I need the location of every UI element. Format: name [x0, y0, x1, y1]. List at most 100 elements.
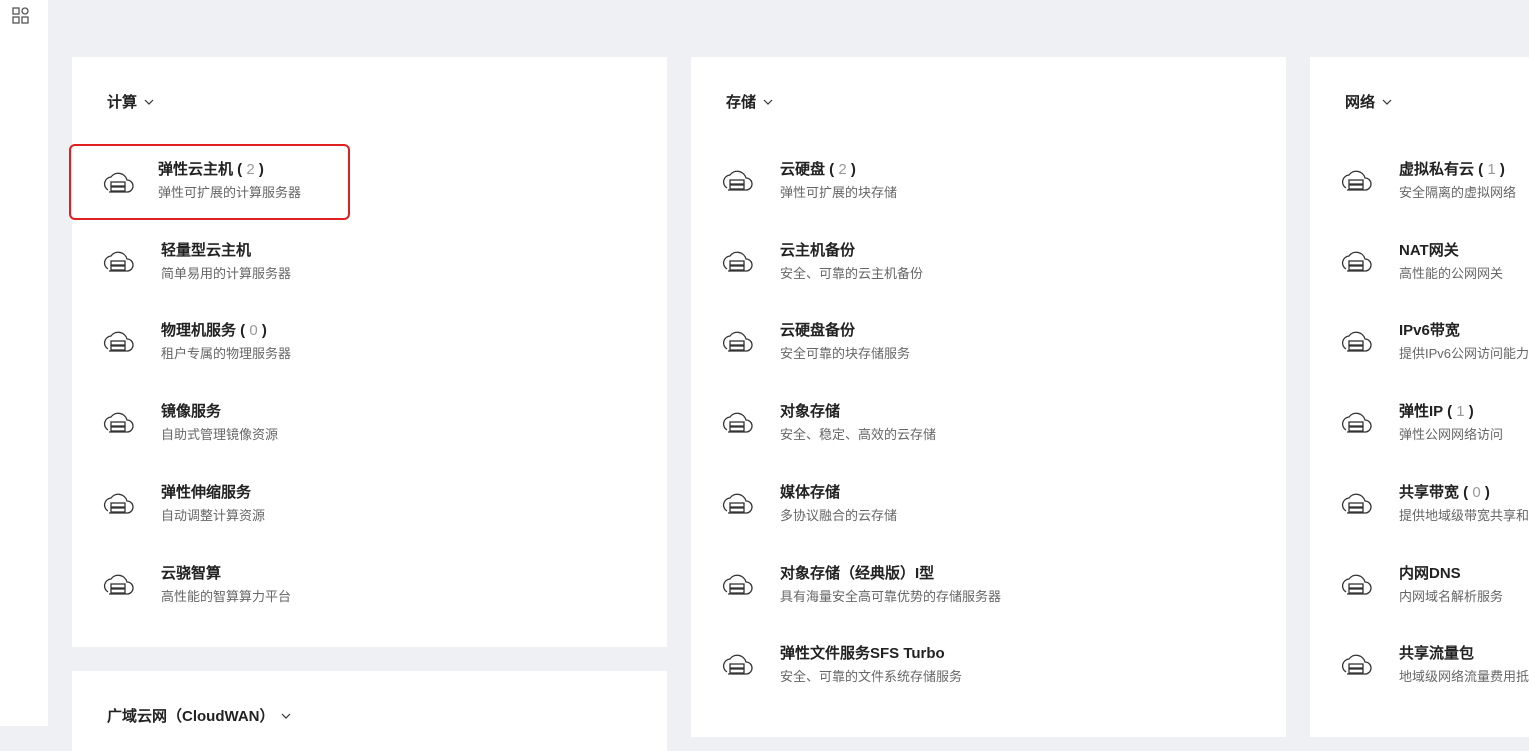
vpc-icon — [1341, 170, 1372, 191]
service-name: 云骁智算 — [161, 564, 222, 582]
section-title-label: 计算 — [107, 94, 138, 111]
service-name: 云硬盘 — [780, 161, 826, 178]
section-title-label: 存储 — [726, 94, 757, 111]
ip-icon — [1341, 412, 1372, 433]
service-desc: 自动调整计算资源 — [161, 507, 266, 523]
data-package-icon — [1341, 654, 1372, 675]
image-service-icon — [103, 412, 134, 433]
service-item[interactable]: 弹性云主机 ( 2 ) 弹性可扩展的计算服务器 — [69, 144, 350, 220]
service-item[interactable]: 弹性伸缩服务 自动调整计算资源 — [72, 467, 352, 543]
service-name-row: 弹性文件服务SFS Turbo — [780, 642, 945, 663]
service-name: 弹性IP — [1399, 403, 1443, 421]
service-item[interactable]: 媒体存储 多协议融合的云存储 — [691, 467, 971, 543]
service-name: 共享流量包 — [1399, 645, 1475, 663]
service-name: 虚拟私有云 — [1399, 161, 1475, 178]
service-desc: 安全、可靠的文件系统存储服务 — [780, 669, 963, 685]
service-name-row: 对象存储（经典版）I型 — [780, 562, 934, 583]
section-compute: 计算 弹性云主机 ( 2 ) 弹性可扩展的计算服务器 轻量型云主机 简单易用的计… — [69, 57, 667, 647]
media-storage-icon — [722, 493, 753, 514]
light-cloud-server-icon — [103, 251, 134, 272]
service-name: 镜像服务 — [161, 403, 222, 421]
chevron-down-icon — [144, 99, 154, 105]
cube-icon — [722, 170, 753, 191]
service-name-row: 云硬盘 ( 2 ) — [780, 161, 856, 178]
service-name-row: 共享流量包 — [1399, 642, 1474, 663]
service-item[interactable]: 轻量型云主机 简单易用的计算服务器 — [72, 225, 352, 301]
service-name: 云硬盘备份 — [780, 322, 856, 340]
section-storage: 存储 云硬盘 ( 2 ) 弹性可扩展的块存储 云主机备份 安全、可靠的云主机备份… — [691, 57, 1286, 737]
service-name-row: NAT网关 — [1399, 239, 1459, 260]
apps-grid-icon[interactable] — [12, 7, 30, 25]
service-count: 2 — [838, 161, 847, 178]
service-item[interactable]: 弹性IP ( 1 ) 弹性公网网络访问 — [1310, 386, 1529, 462]
cloud-server-icon — [103, 172, 134, 193]
service-item[interactable]: 云硬盘 ( 2 ) 弹性可扩展的块存储 — [691, 144, 971, 220]
section-title[interactable]: 计算 — [107, 91, 155, 112]
service-item[interactable]: 云骁智算 高性能的智算算力平台 — [72, 548, 352, 624]
section-title[interactable]: 存储 — [726, 91, 774, 112]
disk-backup-icon — [722, 332, 753, 353]
service-count: 0 — [249, 322, 258, 340]
service-name-row: 云骁智算 — [161, 562, 221, 583]
section-cloudwan: 广域云网（CloudWAN） — [72, 671, 667, 751]
service-desc: 弹性可扩展的块存储 — [780, 185, 898, 200]
chevron-down-icon — [282, 713, 291, 719]
section-network: 网络 虚拟私有云 ( 1 ) 安全隔离的虚拟网络 NAT网关 高性能的公网网关 … — [1310, 57, 1529, 737]
section-title-label: 网络 — [1345, 94, 1376, 111]
service-name-row: 云主机备份 — [780, 239, 855, 260]
service-item[interactable]: 弹性文件服务SFS Turbo 安全、可靠的文件系统存储服务 — [691, 628, 971, 704]
service-desc: 内网域名解析服务 — [1399, 588, 1504, 604]
dns-globe-icon — [1341, 574, 1372, 595]
service-name-row: 弹性伸缩服务 — [161, 481, 251, 502]
service-name: 内网DNS — [1399, 564, 1461, 582]
service-item[interactable]: IPv6带宽 提供IPv6公网访问能力 — [1310, 305, 1529, 381]
service-item[interactable]: NAT网关 高性能的公网网关 — [1310, 225, 1529, 301]
router-icon — [1341, 493, 1372, 514]
service-item[interactable]: 共享带宽 ( 0 ) 提供地域级带宽共享和复用能力 — [1310, 467, 1529, 543]
service-item[interactable]: 内网DNS 内网域名解析服务 — [1310, 548, 1529, 624]
service-name: 弹性文件服务SFS Turbo — [780, 645, 945, 663]
service-item[interactable]: 对象存储（经典版）I型 具有海量安全高可靠优势的存储服务器 — [691, 548, 1001, 624]
service-name: 弹性云主机 — [158, 161, 234, 178]
chevron-down-icon — [763, 99, 773, 105]
service-name-row: 共享带宽 ( 0 ) — [1399, 483, 1490, 501]
left-rail — [0, 0, 48, 726]
service-count: 2 — [246, 161, 255, 178]
service-item[interactable]: 云硬盘备份 安全可靠的块存储服务 — [691, 305, 971, 381]
service-name: NAT网关 — [1399, 241, 1459, 259]
chevron-down-icon — [1382, 99, 1392, 105]
service-desc: 弹性可扩展的计算服务器 — [158, 185, 302, 200]
service-item[interactable]: 物理机服务 ( 0 ) 租户专属的物理服务器 — [72, 305, 352, 381]
service-desc: 具有海量安全高可靠优势的存储服务器 — [780, 588, 1002, 604]
section-title[interactable]: 网络 — [1345, 91, 1393, 112]
physical-server-icon — [103, 332, 134, 353]
service-item[interactable]: 虚拟私有云 ( 1 ) 安全隔离的虚拟网络 — [1310, 144, 1529, 220]
service-name: 轻量型云主机 — [161, 241, 252, 259]
cloud-backup-icon — [722, 251, 753, 272]
service-name-row: IPv6带宽 — [1399, 319, 1460, 340]
service-item[interactable]: 对象存储 安全、稳定、高效的云存储 — [691, 386, 971, 462]
cloud-upload-icon — [722, 412, 753, 433]
service-item[interactable]: 共享流量包 地域级网络流量费用抵扣 — [1310, 628, 1529, 704]
file-service-icon — [722, 654, 753, 675]
service-desc: 多协议融合的云存储 — [780, 507, 898, 523]
service-desc: 高性能的公网网关 — [1399, 265, 1504, 281]
service-item[interactable]: 云主机备份 安全、可靠的云主机备份 — [691, 225, 971, 301]
service-count: 1 — [1456, 403, 1465, 421]
service-name-row: 内网DNS — [1399, 562, 1461, 583]
service-name-row: 云硬盘备份 — [780, 319, 855, 340]
service-name-row: 虚拟私有云 ( 1 ) — [1399, 161, 1505, 178]
service-name-row: 物理机服务 ( 0 ) — [161, 322, 267, 340]
service-name: 云主机备份 — [780, 241, 856, 259]
service-desc: 安全、可靠的云主机备份 — [780, 265, 924, 281]
service-name: IPv6带宽 — [1399, 322, 1460, 340]
service-count: 1 — [1487, 161, 1496, 178]
service-desc: 安全隔离的虚拟网络 — [1399, 185, 1517, 200]
ai-compute-icon — [103, 574, 134, 595]
service-item[interactable]: 镜像服务 自助式管理镜像资源 — [72, 386, 352, 462]
ipv6-icon — [1341, 332, 1372, 353]
service-name: 物理机服务 — [161, 322, 237, 340]
service-name-row: 弹性云主机 ( 2 ) — [158, 161, 264, 178]
section-title[interactable]: 广域云网（CloudWAN） — [107, 705, 292, 726]
service-desc: 弹性公网网络访问 — [1399, 427, 1504, 443]
